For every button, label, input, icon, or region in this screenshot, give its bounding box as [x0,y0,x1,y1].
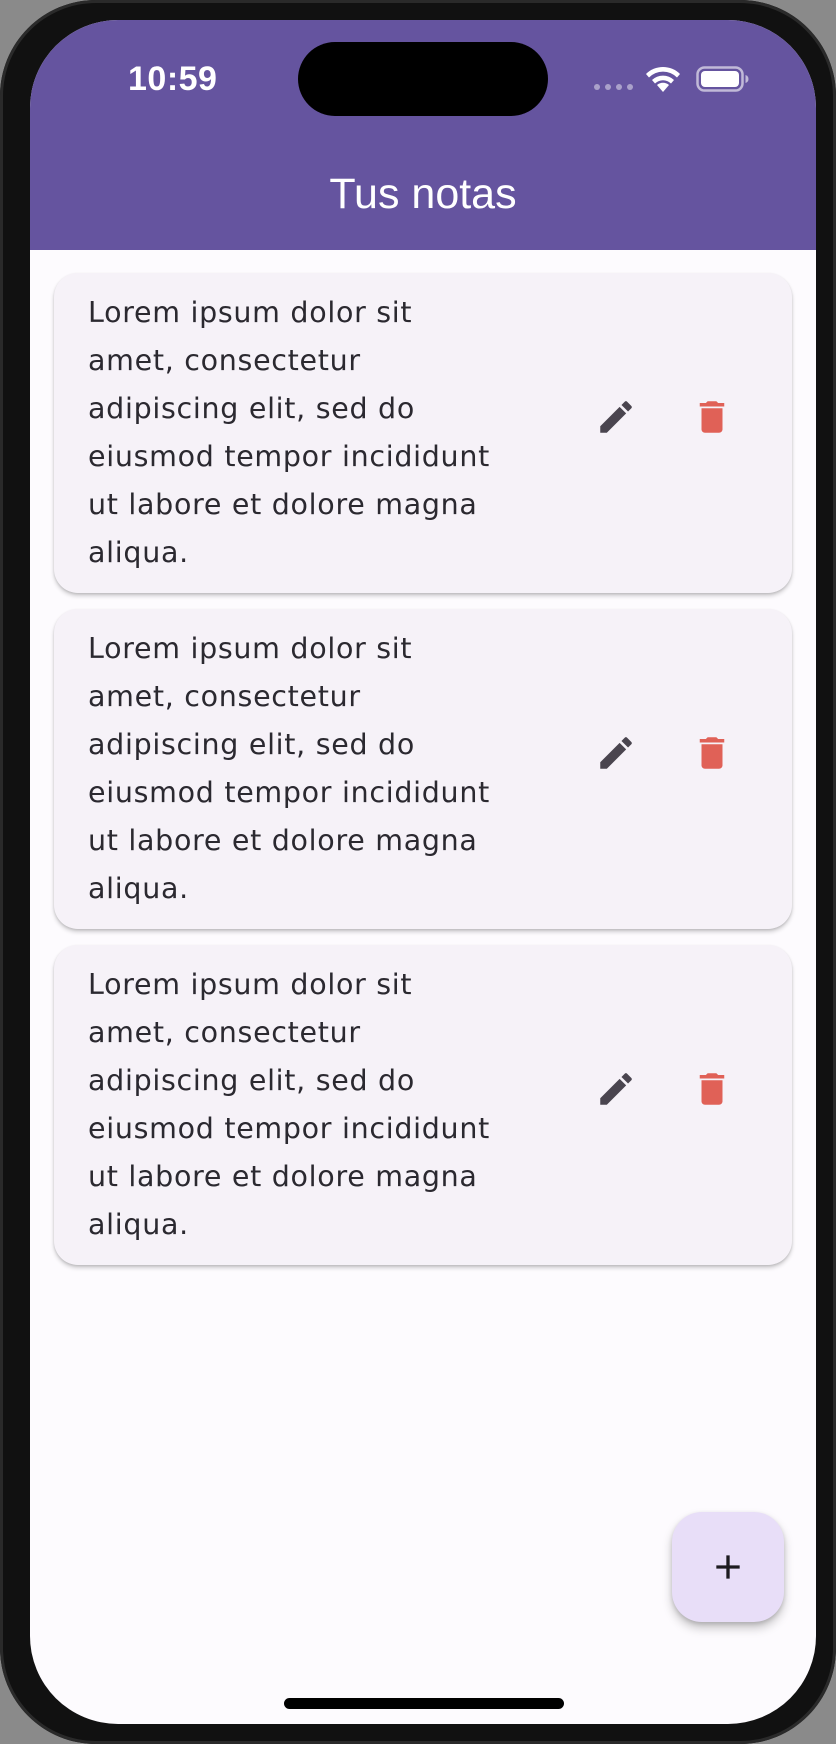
note-text-line: adipiscing elit, sed do [88,1064,415,1097]
app-bar: 10:59 Tus notas [30,20,816,250]
delete-note-button[interactable] [686,1063,738,1115]
home-indicator[interactable] [284,1698,564,1709]
note-text-line: Lorem ipsum dolor sit [88,968,413,1001]
note-text-line: ut labore et dolore magna [88,1160,478,1193]
signal-icon [594,82,634,92]
phone-screen: 10:59 Tus notas Lorem ipsum dolor sit am… [30,20,816,1724]
note-text-line: amet, consectetur [88,680,361,713]
pencil-icon [600,401,632,433]
note-text-line: ut labore et dolore magna [88,824,478,857]
trash-icon [699,1073,725,1105]
note-text-line: adipiscing elit, sed do [88,728,415,761]
page-title: Tus notas [329,170,517,218]
status-time: 10:59 [128,60,218,98]
dynamic-island [298,42,548,116]
note-card[interactable]: Lorem ipsum dolor sit amet, consectetur … [54,609,792,929]
battery-icon [696,66,750,92]
note-text-line: Lorem ipsum dolor sit [88,632,413,665]
note-text-line: eiusmod tempor incididunt [88,776,490,809]
note-text: Lorem ipsum dolor sit amet, consectetur … [88,289,528,577]
plus-icon [716,1555,740,1579]
note-text-line: amet, consectetur [88,344,361,377]
note-text-line: ut labore et dolore magna [88,488,478,521]
delete-note-button[interactable] [686,727,738,779]
status-bar: 10:59 [30,20,816,140]
note-text-line: eiusmod tempor incididunt [88,1112,490,1145]
note-text-line: adipiscing elit, sed do [88,392,415,425]
note-text-line: amet, consectetur [88,1016,361,1049]
edit-note-button[interactable] [590,1063,642,1115]
note-text: Lorem ipsum dolor sit amet, consectetur … [88,625,528,913]
add-note-button[interactable] [672,1512,784,1622]
pencil-icon [600,1073,632,1105]
edit-note-button[interactable] [590,727,642,779]
note-card[interactable]: Lorem ipsum dolor sit amet, consectetur … [54,273,792,593]
note-text: Lorem ipsum dolor sit amet, consectetur … [88,961,528,1249]
trash-icon [699,737,725,769]
note-text-line: eiusmod tempor incididunt [88,440,490,473]
note-card[interactable]: Lorem ipsum dolor sit amet, consectetur … [54,945,792,1265]
note-text-line: aliqua. [88,872,189,905]
pencil-icon [600,737,632,769]
device-frame: 10:59 Tus notas Lorem ipsum dolor sit am… [0,0,836,1744]
note-text-line: aliqua. [88,1208,189,1241]
note-text-line: Lorem ipsum dolor sit [88,296,413,329]
trash-icon [699,401,725,433]
note-text-line: aliqua. [88,536,189,569]
wifi-icon [644,64,682,94]
notes-list: Lorem ipsum dolor sit amet, consectetur … [54,273,792,1281]
edit-note-button[interactable] [590,391,642,443]
delete-note-button[interactable] [686,391,738,443]
